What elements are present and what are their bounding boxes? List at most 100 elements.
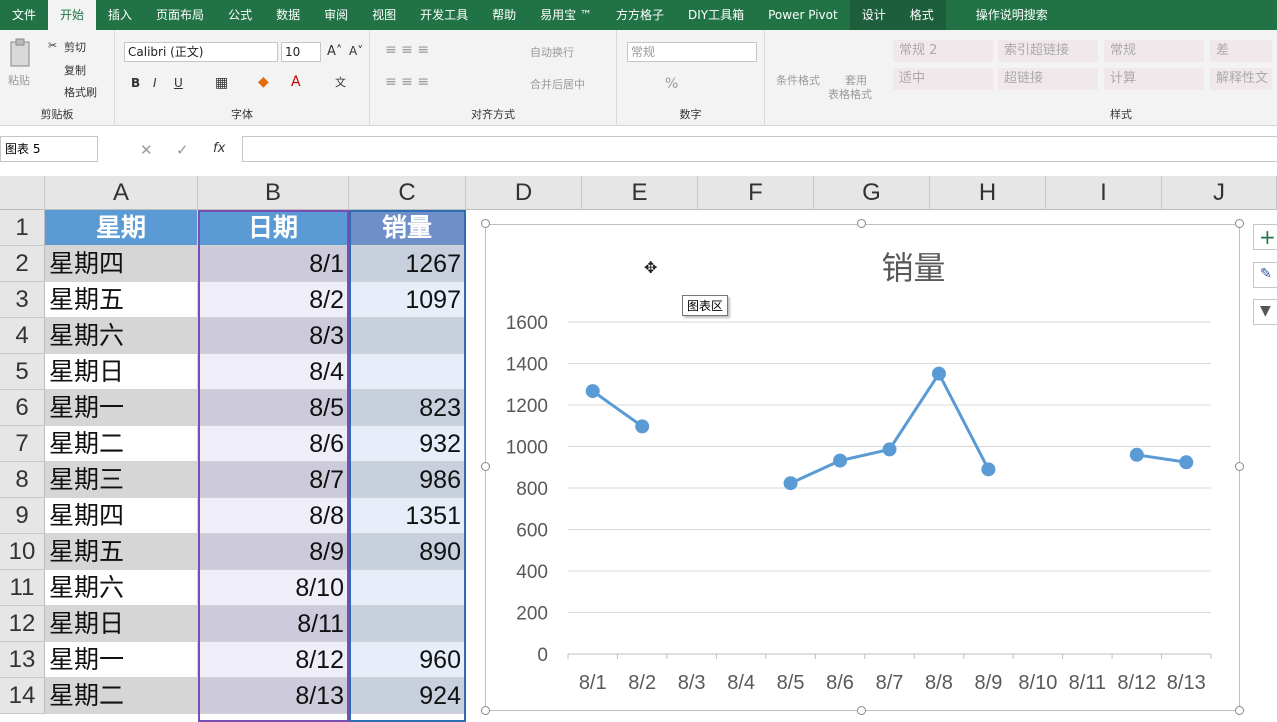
- resize-handle-4[interactable]: [1235, 462, 1244, 471]
- cell-style-2[interactable]: 常规: [1104, 40, 1204, 62]
- cell-C7[interactable]: 932: [349, 426, 466, 462]
- merge-center-button[interactable]: 合并后居中: [530, 76, 585, 92]
- format-painter-button[interactable]: 格式刷: [64, 84, 97, 100]
- fill-color-icon[interactable]: ◆: [258, 74, 269, 90]
- cell-style-0[interactable]: 常规 2: [893, 40, 993, 62]
- cell-C5[interactable]: [349, 354, 466, 390]
- cell-A13[interactable]: 星期一: [45, 642, 198, 678]
- cell-B10[interactable]: 8/9: [198, 534, 349, 570]
- tab-9[interactable]: 帮助: [480, 0, 528, 30]
- resize-handle-2[interactable]: [1235, 219, 1244, 228]
- row-header-9[interactable]: 9: [0, 498, 45, 534]
- row-header-11[interactable]: 11: [0, 570, 45, 606]
- row-header-2[interactable]: 2: [0, 246, 45, 282]
- insert-function-button[interactable]: fx: [213, 141, 225, 156]
- grow-font-icon[interactable]: A˄: [327, 44, 342, 59]
- row-header-13[interactable]: 13: [0, 642, 45, 678]
- cell-B12[interactable]: 8/11: [198, 606, 349, 642]
- tab-1[interactable]: 开始: [48, 0, 97, 30]
- tab-10[interactable]: 易用宝 ™: [528, 0, 604, 30]
- align-top-icon[interactable]: ≡ ≡ ≡: [385, 42, 429, 58]
- cell-C2[interactable]: 1267: [349, 246, 466, 282]
- column-header-B[interactable]: B: [198, 176, 349, 210]
- resize-handle-6[interactable]: [857, 706, 866, 715]
- column-header-H[interactable]: H: [930, 176, 1046, 210]
- cell-C12[interactable]: [349, 606, 466, 642]
- cell-B13[interactable]: 8/12: [198, 642, 349, 678]
- cell-B1[interactable]: 日期: [198, 210, 349, 246]
- cell-A6[interactable]: 星期一: [45, 390, 198, 426]
- row-header-4[interactable]: 4: [0, 318, 45, 354]
- cell-C11[interactable]: [349, 570, 466, 606]
- row-header-7[interactable]: 7: [0, 426, 45, 462]
- tab-13[interactable]: Power Pivot: [756, 0, 850, 30]
- tab-3[interactable]: 页面布局: [144, 0, 216, 30]
- cell-C8[interactable]: 986: [349, 462, 466, 498]
- cell-C4[interactable]: [349, 318, 466, 354]
- paste-icon[interactable]: [8, 38, 34, 68]
- cell-C1[interactable]: 销量: [349, 210, 466, 246]
- cell-A1[interactable]: 星期: [45, 210, 198, 246]
- cell-A11[interactable]: 星期六: [45, 570, 198, 606]
- column-header-I[interactable]: I: [1046, 176, 1162, 210]
- resize-handle-5[interactable]: [481, 706, 490, 715]
- cell-B8[interactable]: 8/7: [198, 462, 349, 498]
- tell-me-search[interactable]: 操作说明搜索: [964, 0, 1060, 30]
- cell-A8[interactable]: 星期三: [45, 462, 198, 498]
- cell-A7[interactable]: 星期二: [45, 426, 198, 462]
- cell-C6[interactable]: 823: [349, 390, 466, 426]
- tab-11[interactable]: 方方格子: [604, 0, 676, 30]
- resize-handle-1[interactable]: [857, 219, 866, 228]
- tab-14[interactable]: 设计: [849, 0, 898, 30]
- cell-A3[interactable]: 星期五: [45, 282, 198, 318]
- column-header-F[interactable]: F: [698, 176, 814, 210]
- tab-12[interactable]: DIY工具箱: [676, 0, 756, 30]
- tab-6[interactable]: 审阅: [312, 0, 360, 30]
- row-header-3[interactable]: 3: [0, 282, 45, 318]
- paste-button[interactable]: 粘贴: [8, 72, 30, 88]
- tab-5[interactable]: 数据: [264, 0, 312, 30]
- cell-A14[interactable]: 星期二: [45, 678, 198, 714]
- cell-A4[interactable]: 星期六: [45, 318, 198, 354]
- row-header-12[interactable]: 12: [0, 606, 45, 642]
- copy-button[interactable]: 复制: [64, 62, 86, 78]
- cell-C10[interactable]: 890: [349, 534, 466, 570]
- cell-A12[interactable]: 星期日: [45, 606, 198, 642]
- shrink-font-icon[interactable]: A˅: [349, 44, 363, 58]
- cell-B2[interactable]: 8/1: [198, 246, 349, 282]
- cell-A10[interactable]: 星期五: [45, 534, 198, 570]
- cell-B6[interactable]: 8/5: [198, 390, 349, 426]
- column-header-C[interactable]: C: [349, 176, 466, 210]
- select-all-corner[interactable]: [0, 176, 45, 210]
- cell-C9[interactable]: 1351: [349, 498, 466, 534]
- cell-B7[interactable]: 8/6: [198, 426, 349, 462]
- cell-A9[interactable]: 星期四: [45, 498, 198, 534]
- tab-15[interactable]: 格式: [897, 0, 946, 30]
- conditional-format-button[interactable]: 条件格式: [776, 72, 820, 88]
- cell-C13[interactable]: 960: [349, 642, 466, 678]
- row-header-5[interactable]: 5: [0, 354, 45, 390]
- tab-2[interactable]: 插入: [96, 0, 144, 30]
- font-color-icon[interactable]: A: [291, 74, 301, 90]
- name-box[interactable]: 图表 5: [0, 136, 98, 162]
- chart-styles-button[interactable]: ✎: [1253, 262, 1277, 288]
- tab-7[interactable]: 视图: [360, 0, 408, 30]
- resize-handle-3[interactable]: [481, 462, 490, 471]
- tab-8[interactable]: 开发工具: [408, 0, 480, 30]
- cell-style-4[interactable]: 适中: [893, 68, 993, 90]
- number-format-select[interactable]: 常规: [627, 42, 757, 62]
- row-header-1[interactable]: 1: [0, 210, 45, 246]
- enter-icon[interactable]: ✓: [176, 141, 189, 159]
- wrap-text-button[interactable]: 自动换行: [530, 44, 574, 60]
- font-name-select[interactable]: Calibri (正文): [124, 42, 278, 62]
- chart-elements-button[interactable]: +: [1253, 224, 1277, 250]
- column-header-E[interactable]: E: [582, 176, 698, 210]
- cell-style-7[interactable]: 解释性文: [1210, 68, 1272, 90]
- tab-0[interactable]: 文件: [0, 0, 48, 30]
- cell-B11[interactable]: 8/10: [198, 570, 349, 606]
- phonetic-icon[interactable]: 文: [335, 74, 346, 90]
- cell-C3[interactable]: 1097: [349, 282, 466, 318]
- cell-style-5[interactable]: 超链接: [998, 68, 1098, 90]
- chart-area[interactable]: 销量 0 200 400 600 800 1000 1200 1400 1600 8/1 8/2 8/3…: [485, 224, 1240, 711]
- column-header-G[interactable]: G: [814, 176, 930, 210]
